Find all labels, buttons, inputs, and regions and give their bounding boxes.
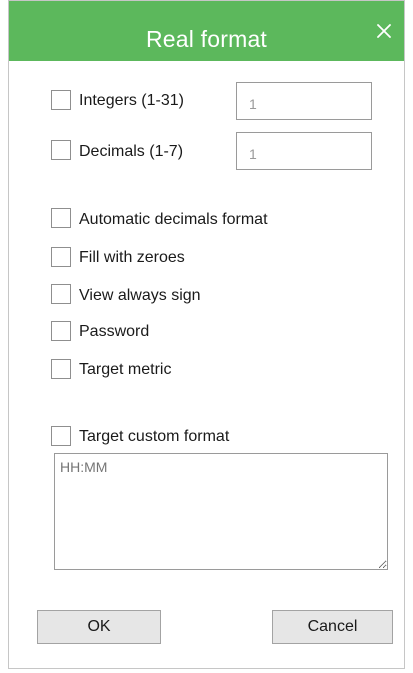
custom-format-textarea[interactable] <box>54 453 388 570</box>
decimals-input[interactable] <box>236 132 372 170</box>
dialog-title: Real format <box>145 26 268 52</box>
integers-input[interactable] <box>236 82 372 120</box>
target-custom-format-checkbox[interactable] <box>51 426 71 446</box>
target-metric-label[interactable]: Target metric <box>79 360 171 380</box>
target-metric-checkbox[interactable] <box>51 359 71 379</box>
decimals-checkbox[interactable] <box>51 140 71 160</box>
password-checkbox[interactable] <box>51 321 71 341</box>
decimals-label[interactable]: Decimals (1-7) <box>79 142 183 162</box>
automatic-decimals-checkbox[interactable] <box>51 208 71 228</box>
target-custom-format-label[interactable]: Target custom format <box>79 427 229 447</box>
integers-checkbox[interactable] <box>51 90 71 110</box>
integers-label[interactable]: Integers (1-31) <box>79 91 184 111</box>
view-always-sign-label[interactable]: View always sign <box>79 286 201 306</box>
fill-with-zeroes-label[interactable]: Fill with zeroes <box>79 248 185 268</box>
cancel-button[interactable]: Cancel <box>272 610 393 644</box>
password-label[interactable]: Password <box>79 322 149 342</box>
view-always-sign-checkbox[interactable] <box>51 284 71 304</box>
dialog-title-bar: Real format <box>9 1 404 61</box>
ok-button[interactable]: OK <box>37 610 161 644</box>
automatic-decimals-label[interactable]: Automatic decimals format <box>79 210 268 230</box>
fill-with-zeroes-checkbox[interactable] <box>51 247 71 267</box>
real-format-dialog: Real format Integers (1-31) Decimals (1-… <box>8 0 405 669</box>
close-icon[interactable] <box>372 19 396 43</box>
